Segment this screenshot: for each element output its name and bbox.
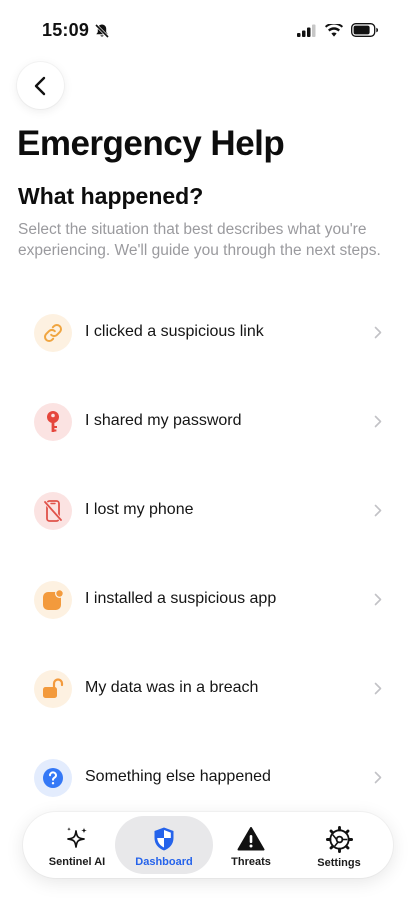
app-badge-icon	[34, 581, 72, 619]
option-label: I lost my phone	[85, 501, 194, 518]
shield-icon	[154, 827, 174, 851]
back-button[interactable]	[17, 62, 64, 109]
link-icon	[34, 314, 72, 352]
wifi-icon	[325, 22, 343, 42]
question-icon	[34, 759, 72, 797]
page-title: Emergency Help	[17, 124, 285, 163]
tab-bar: Sentinel AI Dashboard Threats Settings	[23, 812, 393, 878]
signal-icon	[297, 24, 317, 42]
status-bar: 15:09	[0, 0, 415, 60]
option-data-breach[interactable]: My data was in a breach	[18, 645, 398, 733]
chevron-right-icon	[374, 326, 382, 339]
status-time: 15:09	[42, 20, 90, 40]
tab-dashboard[interactable]: Dashboard	[115, 816, 213, 874]
phone-slash-icon	[34, 492, 72, 530]
tab-label: Dashboard	[135, 856, 193, 868]
chevron-left-icon	[34, 76, 45, 95]
option-label: I shared my password	[85, 412, 242, 429]
option-label: My data was in a breach	[85, 679, 259, 696]
battery-icon	[351, 23, 379, 42]
chevron-right-icon	[374, 504, 382, 517]
bell-slash-icon	[94, 23, 110, 44]
tab-label: Threats	[231, 856, 271, 868]
chevron-right-icon	[374, 771, 382, 784]
option-clicked-suspicious-link[interactable]: I clicked a suspicious link	[18, 289, 398, 377]
tab-label: Sentinel AI	[48, 856, 106, 868]
option-label: I clicked a suspicious link	[85, 323, 264, 340]
tab-label: Settings	[317, 857, 361, 869]
option-installed-suspicious-app[interactable]: I installed a suspicious app	[18, 556, 398, 644]
section-title: What happened?	[18, 183, 204, 209]
sparkles-icon	[67, 827, 87, 848]
unlock-icon	[34, 670, 72, 708]
option-label: I installed a suspicious app	[85, 590, 277, 607]
option-label: Something else happened	[85, 768, 271, 785]
tab-threats[interactable]: Threats	[205, 816, 297, 874]
section-description: Select the situation that best describes…	[18, 221, 381, 259]
option-lost-phone[interactable]: I lost my phone	[18, 467, 398, 555]
chevron-right-icon	[374, 682, 382, 695]
tab-sentinel-ai[interactable]: Sentinel AI	[31, 816, 123, 874]
chevron-right-icon	[374, 593, 382, 606]
gear-icon	[325, 826, 353, 853]
option-shared-password[interactable]: I shared my password	[18, 378, 398, 466]
chevron-right-icon	[374, 415, 382, 428]
option-something-else[interactable]: Something else happened	[18, 734, 398, 822]
key-icon	[34, 403, 72, 441]
tab-settings[interactable]: Settings	[293, 816, 385, 874]
warning-icon	[237, 827, 265, 851]
